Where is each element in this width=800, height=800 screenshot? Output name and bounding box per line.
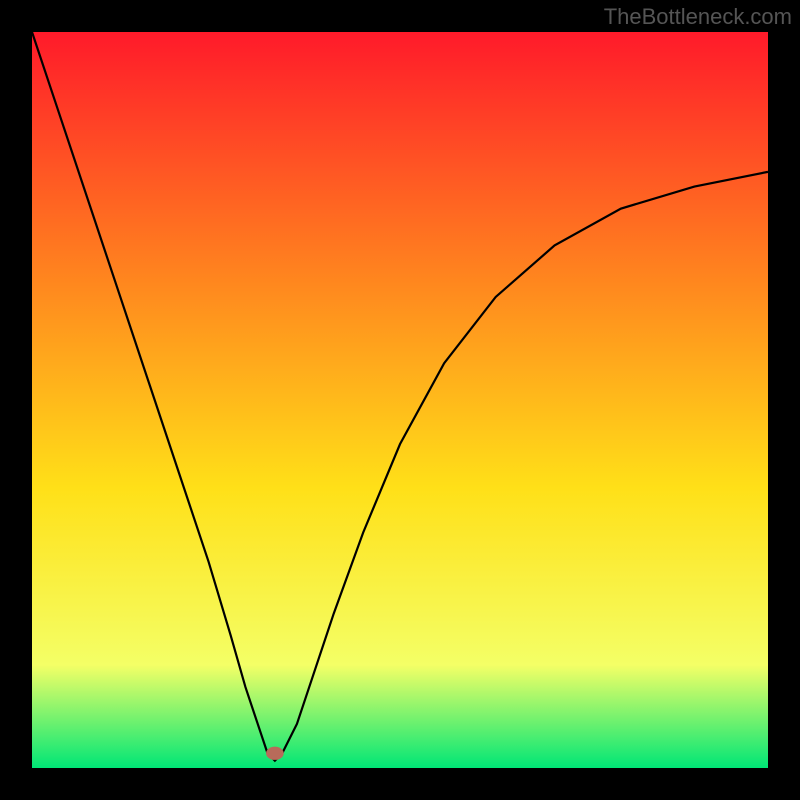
plot-area: [32, 32, 768, 768]
optimum-marker: [266, 747, 284, 760]
watermark-text: TheBottleneck.com: [604, 4, 792, 30]
chart-frame: TheBottleneck.com: [0, 0, 800, 800]
chart-svg: [32, 32, 768, 768]
gradient-background: [32, 32, 768, 768]
